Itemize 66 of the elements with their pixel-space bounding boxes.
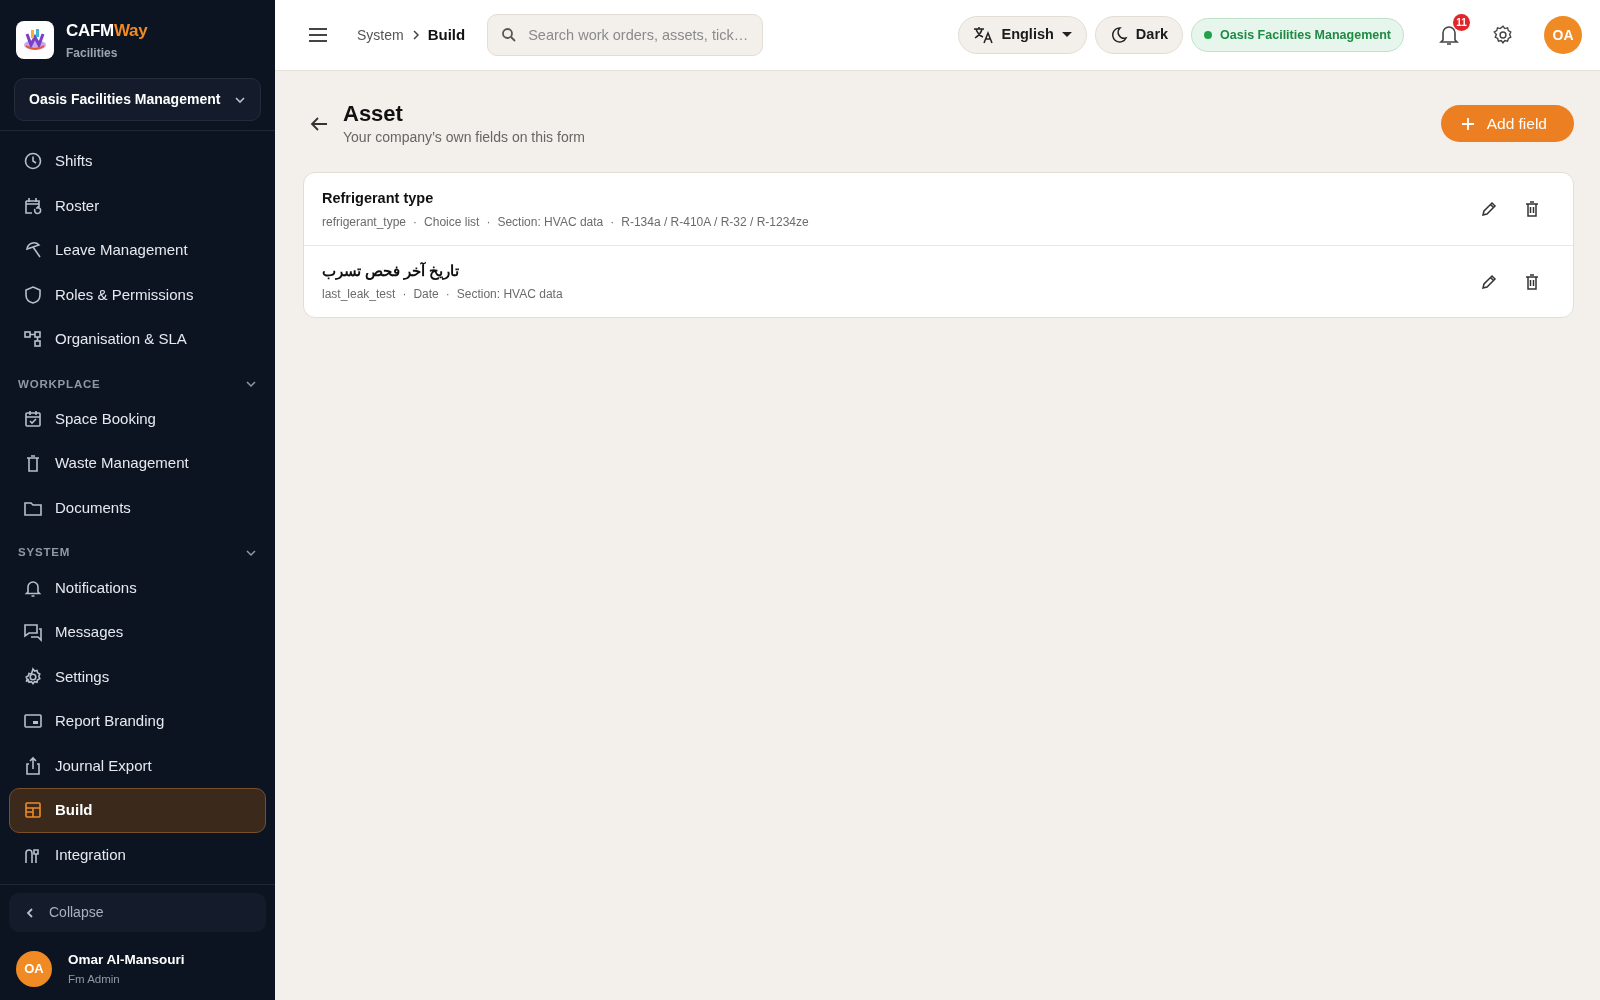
chevron-right-icon [411,30,420,40]
field-meta: Section: HVAC data [497,213,604,231]
sidebar-item[interactable]: Organisation & SLA [9,317,266,362]
separator-dot: · [402,286,407,304]
notifications-button[interactable]: 11 [1428,14,1470,56]
brand-name: CAFMWay [66,20,148,43]
upload-icon [23,755,43,776]
app-logo [16,21,54,59]
separator-dot: · [445,286,450,304]
sidebar-item[interactable]: Shifts [9,139,266,184]
notification-count: 11 [1453,14,1470,31]
sidebar-item[interactable]: Build [9,788,266,833]
sidebar-item[interactable]: Settings [9,654,266,699]
bell-icon [1439,24,1459,46]
plus-icon [1460,116,1475,131]
organisation-selector[interactable]: Oasis Facilities Management [14,78,261,121]
separator-dot: · [413,213,418,231]
field-meta: Section: HVAC data [456,286,563,304]
organisation-status: Oasis Facilities Management [1191,18,1404,52]
chevron-left-icon [25,906,35,919]
section-heading: SYSTEM [18,545,71,561]
sidebar-item[interactable]: Leave Management [9,228,266,273]
sidebar-item[interactable]: Waste Management [9,441,266,486]
grid-icon [23,800,43,821]
field-meta: last_leak_test [322,286,396,304]
language-dropdown[interactable]: English [958,16,1087,54]
breadcrumb-current: Build [427,24,466,45]
sidebar-item[interactable]: Notifications [9,565,266,610]
page-title: Asset [343,101,404,128]
moon-icon [1109,26,1128,44]
status-dot [1204,31,1213,39]
breadcrumb-link[interactable]: System [357,24,404,46]
sidebar-item[interactable]: Integration [9,832,266,877]
chat-icon [23,622,43,643]
search-field[interactable]: Search work orders, assets, tick… [487,14,764,56]
sidebar-item[interactable]: Documents [9,485,266,531]
sidebar-item[interactable]: Report Branding [9,699,266,744]
hierarchy-icon [23,329,43,350]
user-role: Fm Admin [68,971,121,987]
shield-icon [23,284,43,305]
collapse-button[interactable]: Collapse [9,893,266,932]
separator-dot: · [486,213,491,231]
translate-icon [973,26,994,44]
gear-icon [23,666,43,687]
theme-toggle[interactable]: Dark [1094,16,1184,54]
field-meta: refrigerant_type [322,213,407,231]
sidebar-item[interactable]: Roster [9,183,266,228]
field-label: Refrigerant type [322,189,435,208]
search-icon [501,27,518,43]
sidebar-item[interactable]: Roles & Permissions [9,272,266,317]
section-heading: WORKPLACE [18,376,101,392]
brand-subtitle: Facilities [66,44,119,62]
field-meta: Date [413,286,439,304]
field-meta: R-134a / R-410A / R-32 / R-1234ze [621,213,809,231]
calendar-icon [23,195,43,216]
sidebar-item[interactable]: Space Booking [9,396,266,442]
field-label: تاريخ آخر فحص تسرب [322,261,461,282]
sidebar-item[interactable]: Messages [9,610,266,655]
field-meta: Choice list [424,213,480,231]
clock-icon [23,151,43,172]
caret-icon [1061,32,1072,38]
calendar-check-icon [23,409,43,429]
user-name: Omar Al-Mansouri [68,951,185,970]
separator-dot: · [610,213,615,231]
page-subtitle: Your company’s own fields on this form [343,128,585,148]
sidebar-item[interactable]: Journal Export [9,743,266,788]
